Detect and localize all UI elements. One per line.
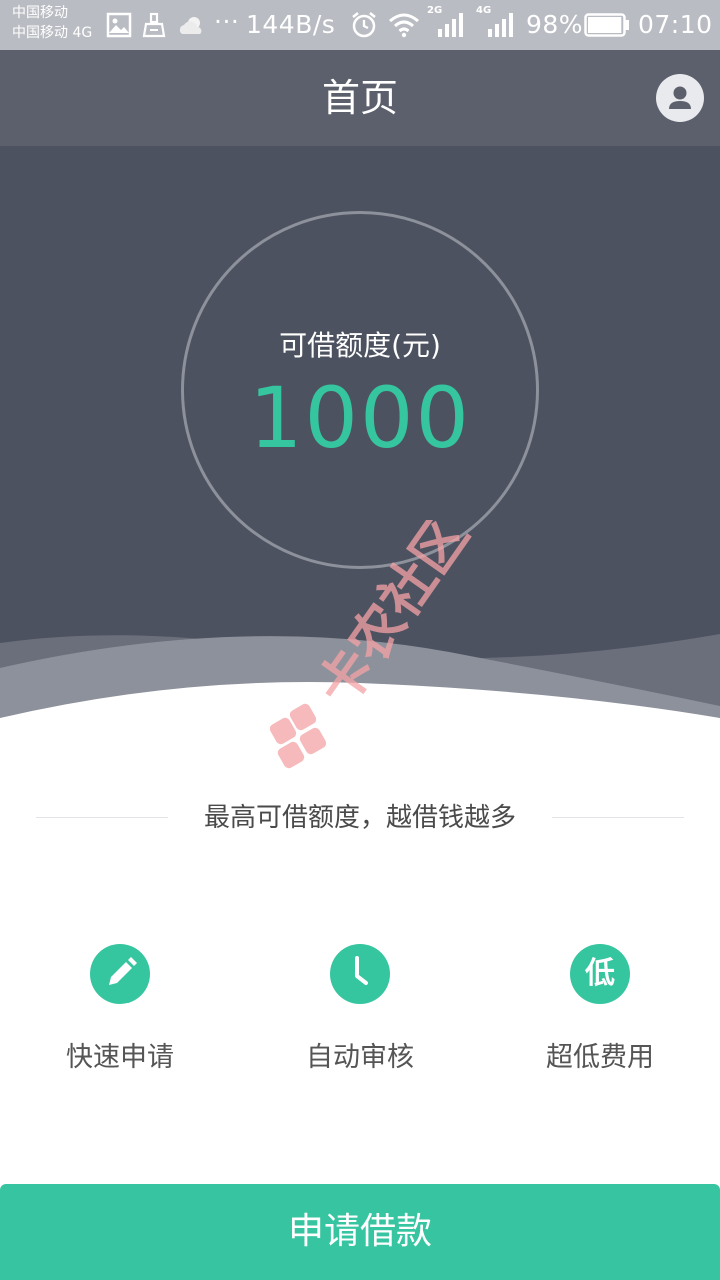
low-icon-glyph: 低 xyxy=(585,956,615,991)
feature-auto-review: 自动审核 xyxy=(260,944,460,1084)
cleaner-icon xyxy=(142,12,166,38)
alarm-icon xyxy=(352,12,376,38)
feature-label: 自动审核 xyxy=(306,1042,414,1073)
tagline-text: 最高可借额度，越借钱越多 xyxy=(203,803,516,833)
credit-limit-ring: 可借额度(元) 1000 xyxy=(181,211,539,569)
carrier-1: 中国移动 xyxy=(12,5,68,21)
credit-limit-label: 可借额度(元) xyxy=(279,329,441,362)
clock-icon xyxy=(355,956,368,985)
weather-cloud-icon xyxy=(179,17,202,34)
pencil-icon xyxy=(109,957,137,985)
credit-limit-value: 1000 xyxy=(249,369,471,467)
feature-label: 快速申请 xyxy=(66,1042,174,1073)
signal-icon xyxy=(488,13,513,37)
battery-percent: 98% xyxy=(526,10,584,39)
signal-icon xyxy=(438,13,463,37)
wifi-icon xyxy=(389,13,419,38)
status-bar: 中国移动 中国移动 4G ··· 144B/s 2G 4G 98% 07:10 xyxy=(0,0,720,50)
feature-low-cost: 低 超低费用 xyxy=(500,944,700,1084)
network-speed: 144B/s xyxy=(246,10,336,39)
carrier-info: 中国移动 中国移动 4G xyxy=(12,3,108,43)
tagline-section: 最高可借额度，越借钱越多 xyxy=(0,796,720,840)
apply-loan-button[interactable]: 申请借款 xyxy=(0,1184,720,1280)
user-avatar-icon xyxy=(669,86,691,109)
app-header: 首页 xyxy=(0,50,720,146)
feature-label: 超低费用 xyxy=(546,1042,654,1073)
page-title: 首页 xyxy=(321,76,398,120)
carrier-2: 中国移动 4G xyxy=(12,25,93,41)
feature-quick-apply: 快速申请 xyxy=(20,944,220,1084)
low-icon: 低 xyxy=(570,944,630,1004)
battery-icon xyxy=(584,13,629,37)
credit-limit-panel: 可借额度(元) 1000 xyxy=(0,146,720,726)
clock-time: 07:10 xyxy=(638,10,713,39)
profile-button[interactable] xyxy=(656,74,704,122)
image-icon xyxy=(106,12,132,38)
more-dots: ··· xyxy=(214,7,240,36)
